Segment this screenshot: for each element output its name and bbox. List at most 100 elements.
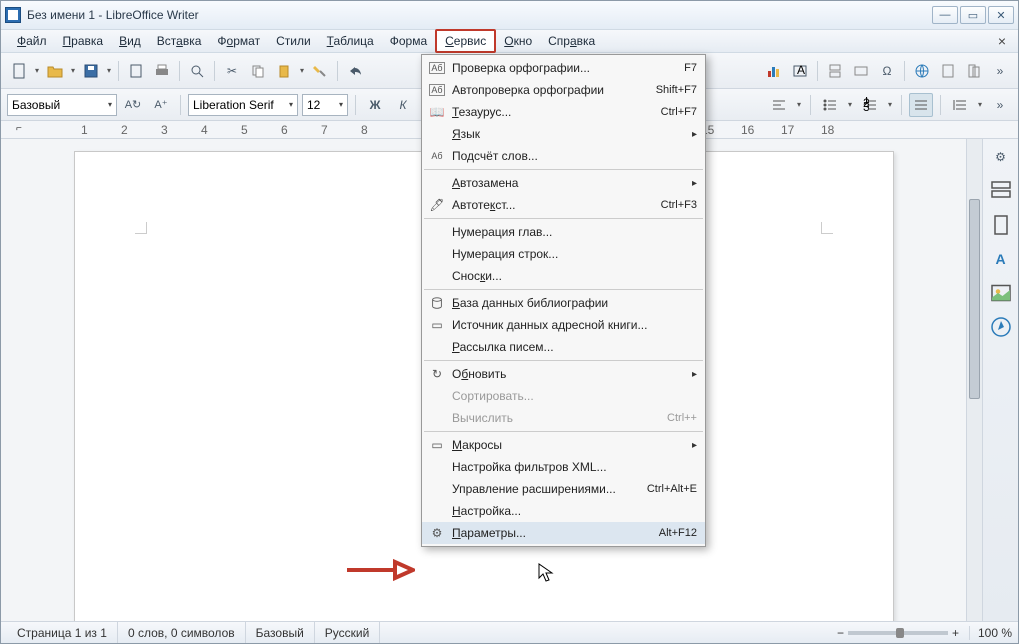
open-dropdown[interactable]: ▾	[69, 66, 77, 75]
window-title: Без имени 1 - LibreOffice Writer	[27, 8, 199, 22]
menu-styles[interactable]: Стили	[268, 31, 319, 51]
copy-button[interactable]	[246, 59, 270, 83]
footnote-button[interactable]	[936, 59, 960, 83]
menu-edit[interactable]: Правка	[55, 31, 112, 51]
justify-button[interactable]	[909, 93, 933, 117]
menu-view[interactable]: Вид	[111, 31, 149, 51]
more-format-button[interactable]: »	[988, 93, 1012, 117]
bookmark-button[interactable]	[962, 59, 986, 83]
save-button[interactable]	[79, 59, 103, 83]
menu-autospell[interactable]: Аб Автопроверка орфографии Shift+F7	[422, 79, 705, 101]
new-dropdown[interactable]: ▾	[33, 66, 41, 75]
maximize-button[interactable]: ▭	[960, 6, 986, 24]
bullets-dropdown[interactable]: ▾	[846, 100, 854, 109]
undo-button[interactable]	[343, 59, 367, 83]
close-button[interactable]: ✕	[988, 6, 1014, 24]
more-button[interactable]: »	[988, 59, 1012, 83]
new-button[interactable]	[7, 59, 31, 83]
line-spacing-button[interactable]	[948, 93, 972, 117]
sidebar-navigator-icon[interactable]	[989, 315, 1013, 339]
menu-language[interactable]: Язык▸	[422, 123, 705, 145]
paste-button[interactable]	[272, 59, 296, 83]
zoom-control[interactable]: − + 100 %	[837, 626, 1012, 640]
zoom-value[interactable]: 100 %	[969, 626, 1012, 640]
minimize-button[interactable]: ―	[932, 6, 958, 24]
menu-xml-filter[interactable]: Настройка фильтров XML...	[422, 456, 705, 478]
clone-format-button[interactable]	[308, 59, 332, 83]
zoom-out-button[interactable]: −	[837, 626, 844, 640]
menu-table[interactable]: Таблица	[319, 31, 382, 51]
menu-autotext[interactable]: 🖊 Автотекст... Ctrl+F3	[422, 194, 705, 216]
align-left-button[interactable]	[767, 93, 791, 117]
menu-customize[interactable]: Настройка...	[422, 500, 705, 522]
menu-thesaurus[interactable]: 📖 Тезаурус... Ctrl+F7	[422, 101, 705, 123]
chart-button[interactable]	[762, 59, 786, 83]
zoom-in-button[interactable]: +	[952, 626, 959, 640]
menu-update[interactable]: ↻ Обновить▸	[422, 363, 705, 385]
textbox-button[interactable]: A	[788, 59, 812, 83]
menu-tools[interactable]: Сервис	[435, 29, 496, 53]
submenu-arrow-icon: ▸	[686, 440, 697, 451]
print-button[interactable]	[150, 59, 174, 83]
menu-macros[interactable]: ▭ Макросы▸	[422, 434, 705, 456]
menu-window[interactable]: Окно	[496, 31, 540, 51]
print-preview-button[interactable]	[185, 59, 209, 83]
menu-extensions[interactable]: Управление расширениями... Ctrl+Alt+E	[422, 478, 705, 500]
menu-format[interactable]: Формат	[209, 31, 268, 51]
sidebar-styles-icon[interactable]: A	[989, 247, 1013, 271]
sidebar-properties-icon[interactable]	[989, 179, 1013, 203]
menu-mail-merge[interactable]: Рассылка писем...	[422, 336, 705, 358]
ruler-mark: 3	[161, 123, 201, 137]
cut-button[interactable]: ✂	[220, 59, 244, 83]
scrollbar-thumb[interactable]	[969, 199, 980, 399]
hyperlink-button[interactable]	[910, 59, 934, 83]
menu-line-numbering[interactable]: Нумерация строк...	[422, 243, 705, 265]
update-style-button[interactable]: A↻	[121, 93, 145, 117]
font-value: Liberation Serif	[193, 98, 274, 112]
status-style[interactable]: Базовый	[246, 622, 315, 643]
menu-file[interactable]: Файл	[9, 31, 55, 51]
special-char-button[interactable]: Ω	[875, 59, 899, 83]
size-value: 12	[307, 98, 320, 112]
paste-dropdown[interactable]: ▾	[298, 66, 306, 75]
status-language[interactable]: Русский	[315, 622, 381, 643]
numbering-button[interactable]: 123	[858, 93, 882, 117]
menu-bibliography-db[interactable]: База данных библиографии	[422, 292, 705, 314]
export-pdf-button[interactable]	[124, 59, 148, 83]
menu-help[interactable]: Справка	[540, 31, 603, 51]
doc-close-button[interactable]: ×	[994, 33, 1010, 49]
menu-autocorrect[interactable]: Автозамена▸	[422, 172, 705, 194]
status-wordcount[interactable]: 0 слов, 0 символов	[118, 622, 246, 643]
new-style-button[interactable]: A⁺	[149, 93, 173, 117]
menu-insert[interactable]: Вставка	[149, 31, 210, 51]
menu-spellcheck[interactable]: Аб Проверка орфографии... F7	[422, 57, 705, 79]
bullets-button[interactable]	[818, 93, 842, 117]
menu-chapter-numbering[interactable]: Нумерация глав...	[422, 221, 705, 243]
menu-options[interactable]: ⚙ Параметры... Alt+F12	[422, 522, 705, 544]
open-button[interactable]	[43, 59, 67, 83]
zoom-slider-knob[interactable]	[896, 628, 904, 638]
italic-button[interactable]: К	[391, 93, 415, 117]
bold-button[interactable]: Ж	[363, 93, 387, 117]
spellcheck-icon: Аб	[426, 62, 448, 74]
vertical-scrollbar[interactable]	[966, 139, 982, 621]
align-dropdown[interactable]: ▾	[795, 100, 803, 109]
sidebar-page-icon[interactable]	[989, 213, 1013, 237]
menu-address-book[interactable]: ▭ Источник данных адресной книги...	[422, 314, 705, 336]
status-page[interactable]: Страница 1 из 1	[7, 622, 118, 643]
menu-form[interactable]: Форма	[382, 31, 435, 51]
ruler-mark: 18	[821, 123, 861, 137]
page-break-button[interactable]	[823, 59, 847, 83]
menu-footnotes[interactable]: Сноски...	[422, 265, 705, 287]
sidebar-settings-icon[interactable]: ⚙	[989, 145, 1013, 169]
field-button[interactable]	[849, 59, 873, 83]
save-dropdown[interactable]: ▾	[105, 66, 113, 75]
menu-wordcount[interactable]: Аб Подсчёт слов...	[422, 145, 705, 167]
sidebar-gallery-icon[interactable]	[989, 281, 1013, 305]
numbering-dropdown[interactable]: ▾	[886, 100, 894, 109]
size-combo[interactable]: 12▾	[302, 94, 348, 116]
line-spacing-dropdown[interactable]: ▾	[976, 100, 984, 109]
style-combo[interactable]: Базовый▾	[7, 94, 117, 116]
zoom-slider-track[interactable]	[848, 631, 948, 635]
font-combo[interactable]: Liberation Serif▾	[188, 94, 298, 116]
